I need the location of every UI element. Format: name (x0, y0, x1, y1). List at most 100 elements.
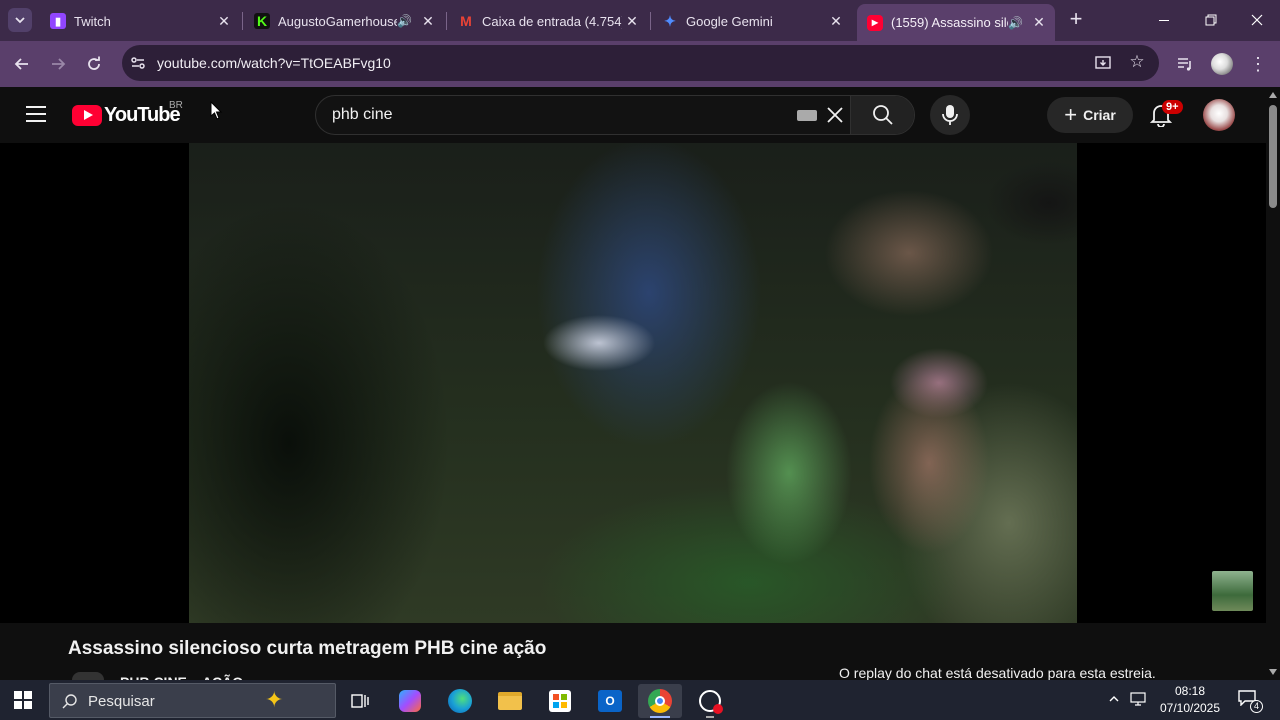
channel-watermark[interactable] (1212, 571, 1253, 611)
site-info-icon[interactable] (129, 54, 147, 72)
chevron-down-icon (15, 17, 25, 24)
gmail-icon: M (460, 13, 472, 29)
scroll-up-arrow-icon[interactable] (1269, 92, 1277, 98)
network-icon[interactable] (1130, 691, 1148, 707)
playlist-icon (1178, 58, 1191, 71)
notification-center-button[interactable]: 4 (1238, 690, 1263, 713)
taskbar-outlook[interactable]: O (588, 684, 632, 718)
create-label: Criar (1083, 107, 1116, 123)
address-bar[interactable]: youtube.com/watch?v=TtOEABFvg10 ☆ (122, 45, 1159, 81)
bookmark-star-icon[interactable]: ☆ (1127, 52, 1147, 72)
restore-button[interactable] (1199, 10, 1223, 30)
gemini-icon: ✦ (664, 12, 676, 29)
tab-augustogamerhouse[interactable]: K AugustoGamerhouse 🔊 ✕ (244, 6, 444, 36)
search-button[interactable] (850, 96, 914, 134)
tab-title: Twitch (74, 13, 111, 29)
tab-title: AugustoGamerhouse (278, 13, 398, 29)
close-icon[interactable]: ✕ (622, 13, 642, 30)
notification-count: 4 (1250, 700, 1263, 713)
close-icon[interactable]: ✕ (1029, 14, 1049, 31)
install-app-icon[interactable] (1094, 54, 1112, 72)
notification-badge: 9+ (1162, 100, 1183, 114)
search-input[interactable] (332, 106, 772, 124)
video-title: Assassino silencioso curta metragem PHB … (68, 638, 547, 659)
close-icon[interactable]: ✕ (214, 13, 234, 30)
taskbar-search-placeholder: Pesquisar (88, 693, 155, 710)
tab-separator (446, 12, 447, 30)
create-button[interactable]: + Criar (1047, 97, 1133, 133)
taskbar-copilot[interactable] (388, 684, 432, 718)
back-arrow-icon (14, 58, 28, 70)
hamburger-menu-icon[interactable] (26, 106, 46, 122)
chat-replay-message: O replay do chat está desativado para es… (839, 665, 1156, 681)
close-window-button[interactable] (1245, 10, 1269, 30)
browser-tab-strip: ▮ Twitch ✕ K AugustoGamerhouse 🔊 ✕ M Cai… (0, 0, 1280, 41)
forward-button[interactable] (46, 52, 70, 76)
video-frame[interactable] (189, 143, 1077, 623)
voice-search-button[interactable] (930, 95, 970, 135)
taskbar-store[interactable] (538, 684, 582, 718)
search-icon (872, 105, 893, 125)
windows-logo-icon (14, 691, 32, 709)
show-hidden-icons-chevron-icon[interactable] (1108, 692, 1120, 704)
tab-youtube-active[interactable]: ▶ (1559) Assassino silencioso 🔊 ✕ (857, 4, 1055, 41)
system-clock[interactable]: 08:18 07/10/2025 (1150, 683, 1230, 717)
taskbar-search-box[interactable]: Pesquisar ✦ (49, 683, 336, 718)
windows-taskbar: Pesquisar ✦ O 08:18 07/10/2025 4 (0, 680, 1280, 720)
clear-search-icon[interactable] (824, 104, 846, 126)
new-tab-button[interactable]: + (1066, 8, 1086, 32)
profile-avatar[interactable] (1210, 52, 1234, 76)
start-button[interactable] (14, 691, 32, 709)
taskbar-chrome[interactable] (638, 684, 682, 718)
task-view-icon (351, 694, 369, 708)
restore-icon (1205, 14, 1217, 26)
channel-avatar[interactable] (72, 672, 104, 680)
search-box[interactable] (315, 95, 915, 135)
outlook-icon: O (598, 690, 622, 712)
keyboard-icon[interactable] (797, 110, 817, 121)
taskbar-task-view[interactable] (338, 684, 382, 718)
scrollbar-thumb[interactable] (1269, 105, 1277, 208)
close-icon[interactable]: ✕ (418, 13, 438, 30)
taskbar-file-explorer[interactable] (488, 684, 532, 718)
tab-separator (242, 12, 243, 30)
browser-toolbar: youtube.com/watch?v=TtOEABFvg10 ☆ ⋮ (0, 41, 1280, 87)
menu-kebab-icon[interactable]: ⋮ (1246, 52, 1270, 76)
tab-title: Caixa de entrada (4.754) (482, 13, 622, 29)
kick-icon: K (254, 13, 270, 29)
tab-twitch[interactable]: ▮ Twitch ✕ (40, 6, 240, 36)
account-avatar[interactable] (1203, 99, 1235, 131)
minimize-icon (1159, 19, 1169, 21)
taskbar-recorder[interactable] (688, 684, 732, 718)
scroll-down-arrow-icon[interactable] (1269, 669, 1277, 675)
url-text[interactable]: youtube.com/watch?v=TtOEABFvg10 (157, 55, 391, 71)
folder-icon (498, 692, 522, 710)
youtube-logo[interactable]: YouTube (72, 104, 181, 126)
speaker-icon[interactable]: 🔊 (397, 14, 412, 28)
tab-gmail[interactable]: M Caixa de entrada (4.754) ✕ (448, 6, 648, 36)
forward-arrow-icon (52, 58, 66, 70)
edge-icon (448, 689, 472, 713)
plus-icon: + (1064, 102, 1078, 127)
clock-time: 08:18 (1174, 684, 1206, 698)
taskbar-edge[interactable] (438, 684, 482, 718)
video-player[interactable] (0, 143, 1266, 623)
close-icon[interactable]: ✕ (826, 13, 846, 30)
copilot-sparkle-icon: ✦ (265, 687, 284, 712)
speaker-icon[interactable]: 🔊 (1008, 16, 1023, 30)
microphone-icon (942, 105, 958, 125)
notifications-button[interactable]: 9+ (1149, 100, 1183, 128)
reload-button[interactable] (82, 52, 106, 76)
youtube-icon: ▶ (867, 14, 883, 31)
back-button[interactable] (10, 52, 34, 76)
twitch-icon: ▮ (50, 13, 66, 29)
tab-separator (650, 12, 651, 30)
page-scrollbar[interactable] (1266, 87, 1280, 680)
mouse-cursor-icon (210, 101, 223, 120)
clock-date: 07/10/2025 (1159, 701, 1221, 715)
media-controls-button[interactable] (1173, 52, 1197, 76)
tab-search-button[interactable] (8, 8, 32, 32)
tab-gemini[interactable]: ✦ Google Gemini ✕ (652, 6, 852, 36)
minimize-button[interactable] (1152, 10, 1176, 30)
region-code: BR (169, 100, 183, 111)
